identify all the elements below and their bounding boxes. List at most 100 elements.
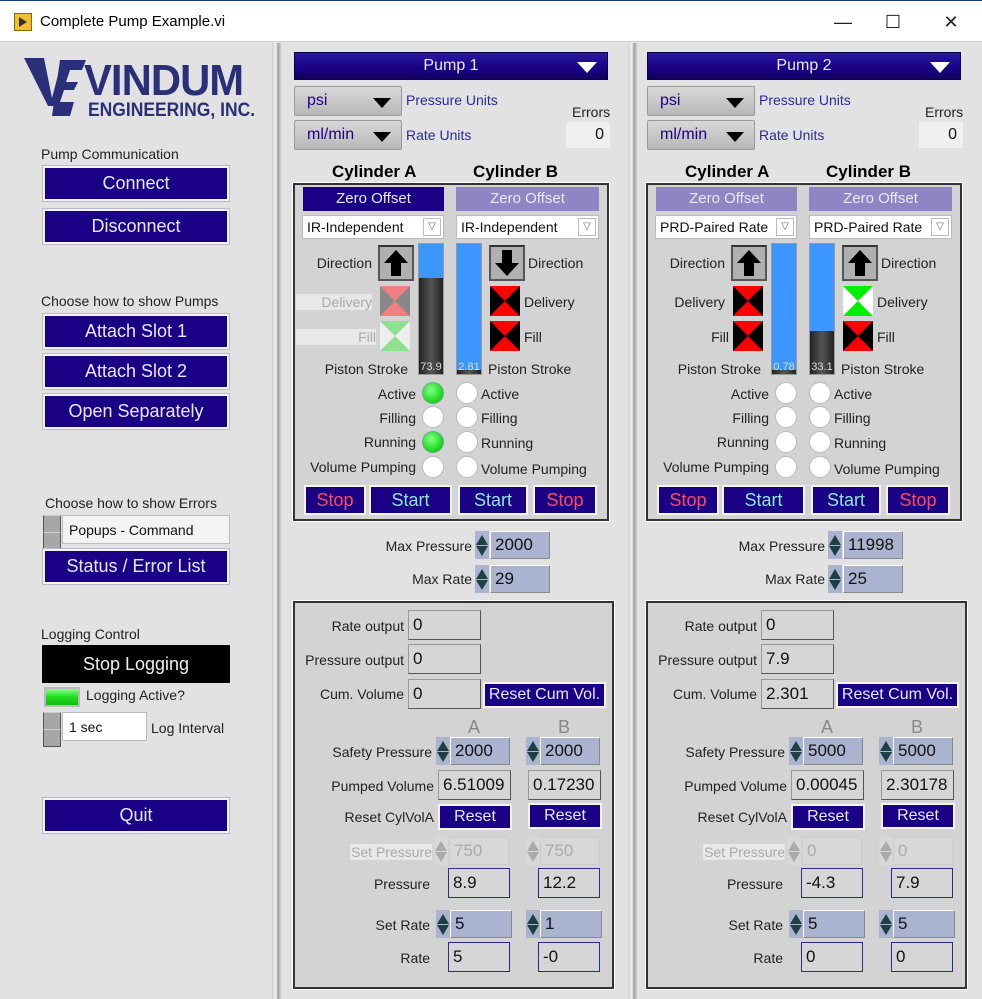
zero-offset-a-button[interactable]: Zero Offset bbox=[303, 187, 444, 211]
zero-offset-b-button[interactable]: Zero Offset bbox=[809, 187, 952, 211]
zero-offset-a-button[interactable]: Zero Offset bbox=[656, 187, 797, 211]
rate-units-select[interactable]: ml/min bbox=[294, 120, 402, 150]
filling-b-label: Filling bbox=[834, 410, 871, 426]
chevron-down-icon: ▽ bbox=[423, 218, 441, 236]
volume-pumping-b-label: Volume Pumping bbox=[481, 461, 587, 477]
set-rate-a-input[interactable]: 5 bbox=[803, 910, 865, 938]
max-rate-spinner[interactable] bbox=[475, 565, 489, 593]
rate-a-value: 0 bbox=[801, 942, 863, 972]
pressure-units-select[interactable]: psi bbox=[647, 86, 755, 116]
pump-selector[interactable]: Pump 2 bbox=[647, 52, 961, 80]
direction-b-button[interactable] bbox=[842, 245, 878, 281]
start-b-button[interactable]: Start bbox=[458, 485, 528, 515]
disconnect-button[interactable]: Disconnect bbox=[42, 208, 230, 245]
quit-button[interactable]: Quit bbox=[42, 797, 230, 834]
safety-pressure-b-spinner[interactable] bbox=[526, 737, 540, 765]
ring-decrement-icon[interactable] bbox=[43, 729, 61, 747]
max-rate-spinner[interactable] bbox=[828, 565, 842, 593]
mode-a-value: PRD-Paired Rate bbox=[660, 219, 769, 235]
safety-pressure-a-spinner[interactable] bbox=[436, 737, 450, 765]
stop-logging-button[interactable]: Stop Logging bbox=[42, 645, 230, 683]
direction-a-button[interactable] bbox=[378, 245, 414, 281]
zero-offset-b-button[interactable]: Zero Offset bbox=[456, 187, 599, 211]
connect-button[interactable]: Connect bbox=[42, 165, 230, 202]
safety-pressure-b-input[interactable]: 5000 bbox=[893, 737, 953, 765]
attach-slot-2-button[interactable]: Attach Slot 2 bbox=[42, 353, 230, 390]
set-rate-a-input[interactable]: 5 bbox=[450, 910, 512, 938]
max-rate-input[interactable]: 25 bbox=[843, 565, 903, 593]
stop-a-button[interactable]: Stop bbox=[304, 485, 366, 515]
reset-cyl-b-button[interactable]: Reset bbox=[881, 803, 955, 829]
reset-cyl-b-button[interactable]: Reset bbox=[528, 803, 602, 829]
start-b-button[interactable]: Start bbox=[811, 485, 881, 515]
rate-label: Rate bbox=[753, 950, 783, 966]
set-pressure-a-input[interactable]: 0 bbox=[802, 837, 862, 865]
close-button[interactable]: ✕ bbox=[928, 9, 974, 35]
max-rate-input[interactable]: 29 bbox=[490, 565, 550, 593]
pump-name: Pump 1 bbox=[423, 57, 479, 74]
reset-cum-vol-button[interactable]: Reset Cum Vol. bbox=[483, 682, 606, 708]
log-interval-field[interactable]: 1 sec bbox=[62, 712, 147, 741]
attach-slot-1-button[interactable]: Attach Slot 1 bbox=[42, 313, 230, 350]
cum-volume-label: Cum. Volume bbox=[672, 686, 757, 702]
start-a-button[interactable]: Start bbox=[369, 485, 452, 515]
max-pressure-input[interactable]: 11998 bbox=[843, 531, 903, 559]
safety-pressure-a-spinner[interactable] bbox=[789, 737, 803, 765]
set-rate-a-spinner[interactable] bbox=[436, 910, 450, 938]
safety-pressure-b-input[interactable]: 2000 bbox=[540, 737, 600, 765]
direction-b-button[interactable] bbox=[489, 245, 525, 281]
open-separately-button[interactable]: Open Separately bbox=[42, 393, 230, 430]
safety-pressure-b-spinner[interactable] bbox=[879, 737, 893, 765]
mode-select-b[interactable]: PRD-Paired Rate ▽ bbox=[809, 215, 952, 239]
pumped-volume-label: Pumped Volume bbox=[684, 778, 787, 794]
set-rate-a-spinner[interactable] bbox=[789, 910, 803, 938]
set-rate-b-spinner[interactable] bbox=[879, 910, 893, 938]
dropdown-arrow-icon bbox=[373, 98, 391, 108]
max-pressure-spinner[interactable] bbox=[475, 531, 489, 559]
errors-mode-ring[interactable] bbox=[43, 515, 61, 550]
safety-pressure-a-input[interactable]: 2000 bbox=[450, 737, 510, 765]
direction-a-button[interactable] bbox=[731, 245, 767, 281]
active-b-led bbox=[456, 382, 478, 404]
mode-select-a[interactable]: PRD-Paired Rate ▽ bbox=[655, 215, 797, 239]
rate-units-select[interactable]: ml/min bbox=[647, 120, 755, 150]
ring-increment-icon[interactable] bbox=[43, 712, 61, 730]
pump-selector[interactable]: Pump 1 bbox=[294, 52, 608, 80]
set-rate-b-spinner[interactable] bbox=[526, 910, 540, 938]
minimize-button[interactable]: — bbox=[820, 9, 866, 35]
status-error-list-button[interactable]: Status / Error List bbox=[42, 548, 230, 585]
errors-mode-field[interactable]: Popups - Command bbox=[62, 515, 230, 544]
set-pressure-a-input[interactable]: 750 bbox=[449, 837, 509, 865]
set-pressure-b-input[interactable]: 750 bbox=[540, 837, 600, 865]
reset-cyl-a-button[interactable]: Reset bbox=[438, 804, 512, 830]
set-pressure-b-spinner[interactable] bbox=[526, 837, 540, 865]
set-pressure-b-input[interactable]: 0 bbox=[893, 837, 953, 865]
maximize-button[interactable]: ☐ bbox=[870, 9, 916, 35]
set-pressure-a-spinner[interactable] bbox=[434, 837, 448, 865]
set-pressure-a-spinner[interactable] bbox=[787, 837, 801, 865]
rate-units-label: Rate Units bbox=[759, 127, 825, 143]
splitter-left[interactable] bbox=[272, 43, 282, 999]
pressure-units-select[interactable]: psi bbox=[294, 86, 402, 116]
set-pressure-b-spinner[interactable] bbox=[879, 837, 893, 865]
stop-b-button[interactable]: Stop bbox=[886, 485, 950, 515]
start-a-button[interactable]: Start bbox=[722, 485, 805, 515]
reset-cyl-a-button[interactable]: Reset bbox=[791, 804, 865, 830]
max-pressure-spinner[interactable] bbox=[828, 531, 842, 559]
safety-pressure-a-input[interactable]: 5000 bbox=[803, 737, 863, 765]
bowtie-indicator-icon bbox=[733, 321, 763, 351]
stop-b-button[interactable]: Stop bbox=[533, 485, 597, 515]
mode-select-a[interactable]: IR-Independent ▽ bbox=[302, 215, 444, 239]
mode-select-b[interactable]: IR-Independent ▽ bbox=[456, 215, 599, 239]
ring-increment-icon[interactable] bbox=[43, 515, 61, 533]
ring-decrement-icon[interactable] bbox=[43, 532, 61, 550]
set-rate-b-input[interactable]: 5 bbox=[893, 910, 955, 938]
max-pressure-input[interactable]: 2000 bbox=[490, 531, 550, 559]
dropdown-arrow-icon bbox=[726, 98, 744, 108]
set-rate-b-input[interactable]: 1 bbox=[540, 910, 602, 938]
reset-cum-vol-button[interactable]: Reset Cum Vol. bbox=[836, 682, 959, 708]
splitter-middle[interactable] bbox=[628, 43, 638, 999]
log-interval-ring[interactable] bbox=[43, 712, 61, 747]
stop-a-button[interactable]: Stop bbox=[657, 485, 719, 515]
active-a-led bbox=[775, 382, 797, 404]
